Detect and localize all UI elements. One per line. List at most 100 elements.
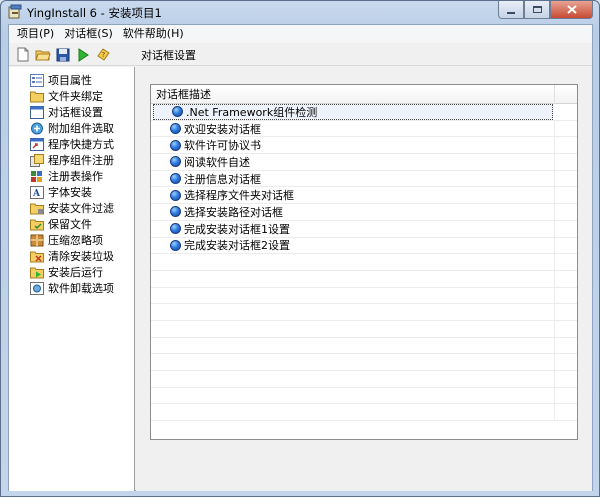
sidebar-item-label: 字体安装	[48, 186, 92, 199]
list-row[interactable]: 注册信息对话框	[151, 170, 577, 188]
app-icon	[8, 4, 22, 19]
menu-bar: 项目(P) 对话框(S) 软件帮助(H)	[9, 25, 592, 43]
sidebar-item-label: 对话框设置	[48, 106, 103, 119]
sidebar-item-label: 清除安装垃圾	[48, 250, 114, 263]
sidebar-item-component-register[interactable]: 程序组件注册	[30, 152, 114, 168]
sidebar-item-label: 注册表操作	[48, 170, 103, 183]
column-header-description[interactable]: 对话框描述	[151, 85, 555, 104]
save-icon	[56, 48, 70, 61]
sidebar-item-dialog-settings[interactable]: 对话框设置	[30, 104, 103, 120]
sidebar-item-label: 保留文件	[48, 218, 92, 231]
empty-row	[151, 254, 577, 271]
sidebar-item-label: 文件夹绑定	[48, 90, 103, 103]
menu-help[interactable]: 软件帮助(H)	[118, 25, 189, 43]
sidebar-item-label: 项目属性	[48, 74, 92, 87]
keep-file-icon	[30, 219, 44, 230]
run-button[interactable]	[73, 45, 93, 65]
globe-icon	[170, 139, 181, 151]
empty-row	[151, 354, 577, 371]
filter-icon	[30, 203, 44, 214]
row-label: 欢迎安装对话框	[184, 122, 261, 136]
globe-icon	[170, 206, 181, 218]
globe-icon	[170, 156, 181, 168]
project-properties-icon	[30, 73, 44, 87]
sidebar-item-cleanup[interactable]: 清除安装垃圾	[30, 248, 114, 264]
menu-project[interactable]: 项目(P)	[12, 25, 59, 43]
window-title: YingInstall 6 - 安装项目1	[27, 6, 162, 20]
sidebar-item-keep-file[interactable]: 保留文件	[30, 216, 92, 232]
sidebar-item-label: 安装文件过滤	[48, 202, 114, 215]
empty-row	[151, 387, 577, 405]
globe-icon	[172, 106, 183, 118]
svg-text:?: ?	[101, 51, 105, 59]
sidebar-item-addon[interactable]: 附加组件选取	[30, 120, 114, 136]
help-icon: ?	[96, 48, 110, 61]
list-row[interactable]: 阅读软件自述	[151, 154, 577, 171]
list-row[interactable]: 软件许可协议书	[151, 137, 577, 155]
row-label: 软件许可协议书	[184, 139, 261, 153]
minimize-button[interactable]	[498, 1, 524, 19]
globe-icon	[170, 173, 181, 185]
cleanup-icon	[30, 251, 44, 262]
sidebar-item-label: 安装后运行	[48, 266, 103, 279]
empty-row	[151, 404, 577, 422]
row-label: 完成安装对话框1设置	[184, 222, 290, 236]
app-window: YingInstall 6 - 安装项目1 项目(P) 对话框(S) 软件帮助(…	[0, 0, 600, 497]
list-row-selected[interactable]: .Net Framework组件检测	[151, 104, 577, 121]
sidebar-item-label: 附加组件选取	[48, 122, 114, 135]
sidebar-item-registry[interactable]: 注册表操作	[30, 168, 103, 184]
new-button[interactable]	[13, 45, 33, 65]
empty-row	[151, 287, 577, 305]
registry-icon	[31, 170, 42, 182]
open-folder-icon	[35, 50, 51, 60]
empty-row	[151, 270, 577, 288]
list-header: 对话框描述	[151, 85, 577, 104]
shortcut-icon	[30, 137, 44, 151]
toolbar: ? 对话框设置	[9, 44, 592, 66]
addon-icon	[31, 122, 43, 134]
sidebar-item-label: 程序快捷方式	[48, 138, 114, 151]
row-label: 完成安装对话框2设置	[184, 239, 290, 253]
sidebar-item-shortcut[interactable]: 程序快捷方式	[30, 136, 114, 152]
help-button[interactable]: ?	[93, 45, 113, 65]
list-row[interactable]: 选择安装路径对话框	[151, 204, 577, 221]
maximize-button[interactable]	[524, 1, 550, 19]
run-after-icon	[30, 267, 44, 278]
minimize-icon	[507, 11, 515, 14]
component-icon	[30, 153, 44, 167]
row-label: .Net Framework组件检测	[186, 105, 318, 119]
dialog-icon	[30, 105, 44, 119]
sidebar-item-project-properties[interactable]: 项目属性	[30, 72, 92, 88]
empty-row	[151, 304, 577, 321]
sidebar: 项目属性 文件夹绑定 对话框设置 附加组件选取 程序快捷方式 程序组件注册 注册…	[9, 67, 135, 491]
globe-icon	[170, 223, 181, 235]
title-bar[interactable]: YingInstall 6 - 安装项目1	[1, 1, 599, 23]
sidebar-item-folder-binding[interactable]: 文件夹绑定	[30, 88, 103, 104]
row-label: 注册信息对话框	[184, 172, 261, 186]
menu-dialog[interactable]: 对话框(S)	[59, 25, 118, 43]
save-button[interactable]	[53, 45, 73, 65]
close-button[interactable]	[550, 1, 593, 19]
sidebar-item-label: 软件卸载选项	[48, 282, 114, 295]
empty-row	[151, 320, 577, 338]
sidebar-item-font-install[interactable]: A 字体安装	[30, 184, 92, 200]
sidebar-item-run-after[interactable]: 安装后运行	[30, 264, 103, 280]
sidebar-item-label: 压缩忽略项	[48, 234, 103, 247]
list-row[interactable]: 完成安装对话框2设置	[151, 237, 577, 255]
close-icon	[566, 5, 577, 14]
sidebar-item-uninstall[interactable]: 软件卸载选项	[30, 280, 114, 296]
sidebar-item-file-filter[interactable]: 安装文件过滤	[30, 200, 114, 216]
list-row[interactable]: 欢迎安装对话框	[151, 120, 577, 138]
list-row[interactable]: 选择程序文件夹对话框	[151, 187, 577, 205]
empty-row	[151, 371, 577, 388]
empty-row	[151, 337, 577, 355]
open-button[interactable]	[33, 45, 53, 65]
main-content: 对话框描述 .Net Framework组件检测 欢迎安装对话框 软件许可协议书…	[136, 67, 592, 491]
globe-icon	[170, 123, 181, 135]
sidebar-item-compress-ignore[interactable]: 压缩忽略项	[30, 232, 103, 248]
list-row[interactable]: 完成安装对话框1设置	[151, 220, 577, 238]
maximize-icon	[532, 6, 542, 13]
row-label: 选择程序文件夹对话框	[184, 189, 294, 203]
font-icon: A	[30, 185, 44, 199]
client-area: 项目(P) 对话框(S) 软件帮助(H) ? 对话框设置 项目属性 文件夹绑定 …	[8, 24, 593, 491]
